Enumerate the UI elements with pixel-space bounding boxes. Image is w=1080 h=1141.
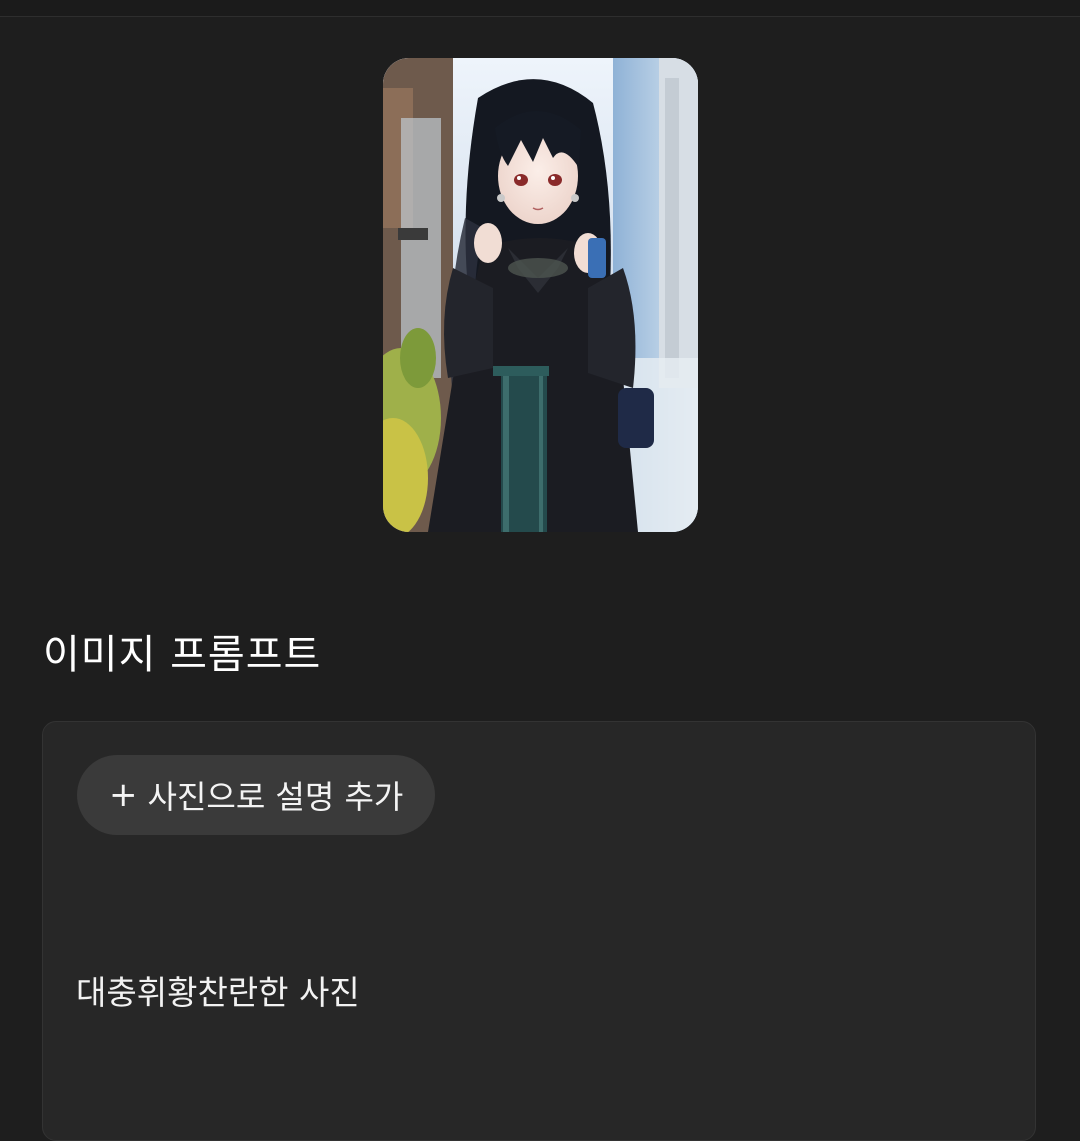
generated-image-preview[interactable] <box>383 58 698 532</box>
top-bar <box>0 0 1080 17</box>
add-photo-button-label: 사진으로 설명 추가 <box>147 778 404 816</box>
plus-icon: + <box>109 775 138 815</box>
image-prompt-heading: 이미지 프롬프트 <box>43 632 322 678</box>
add-photo-description-button[interactable]: + 사진으로 설명 추가 <box>77 755 436 835</box>
prompt-panel: + 사진으로 설명 추가 대충휘황찬란한 사진 <box>42 721 1036 1141</box>
illustration-image <box>383 58 698 532</box>
prompt-text-input[interactable]: 대충휘황찬란한 사진 <box>76 966 360 1014</box>
